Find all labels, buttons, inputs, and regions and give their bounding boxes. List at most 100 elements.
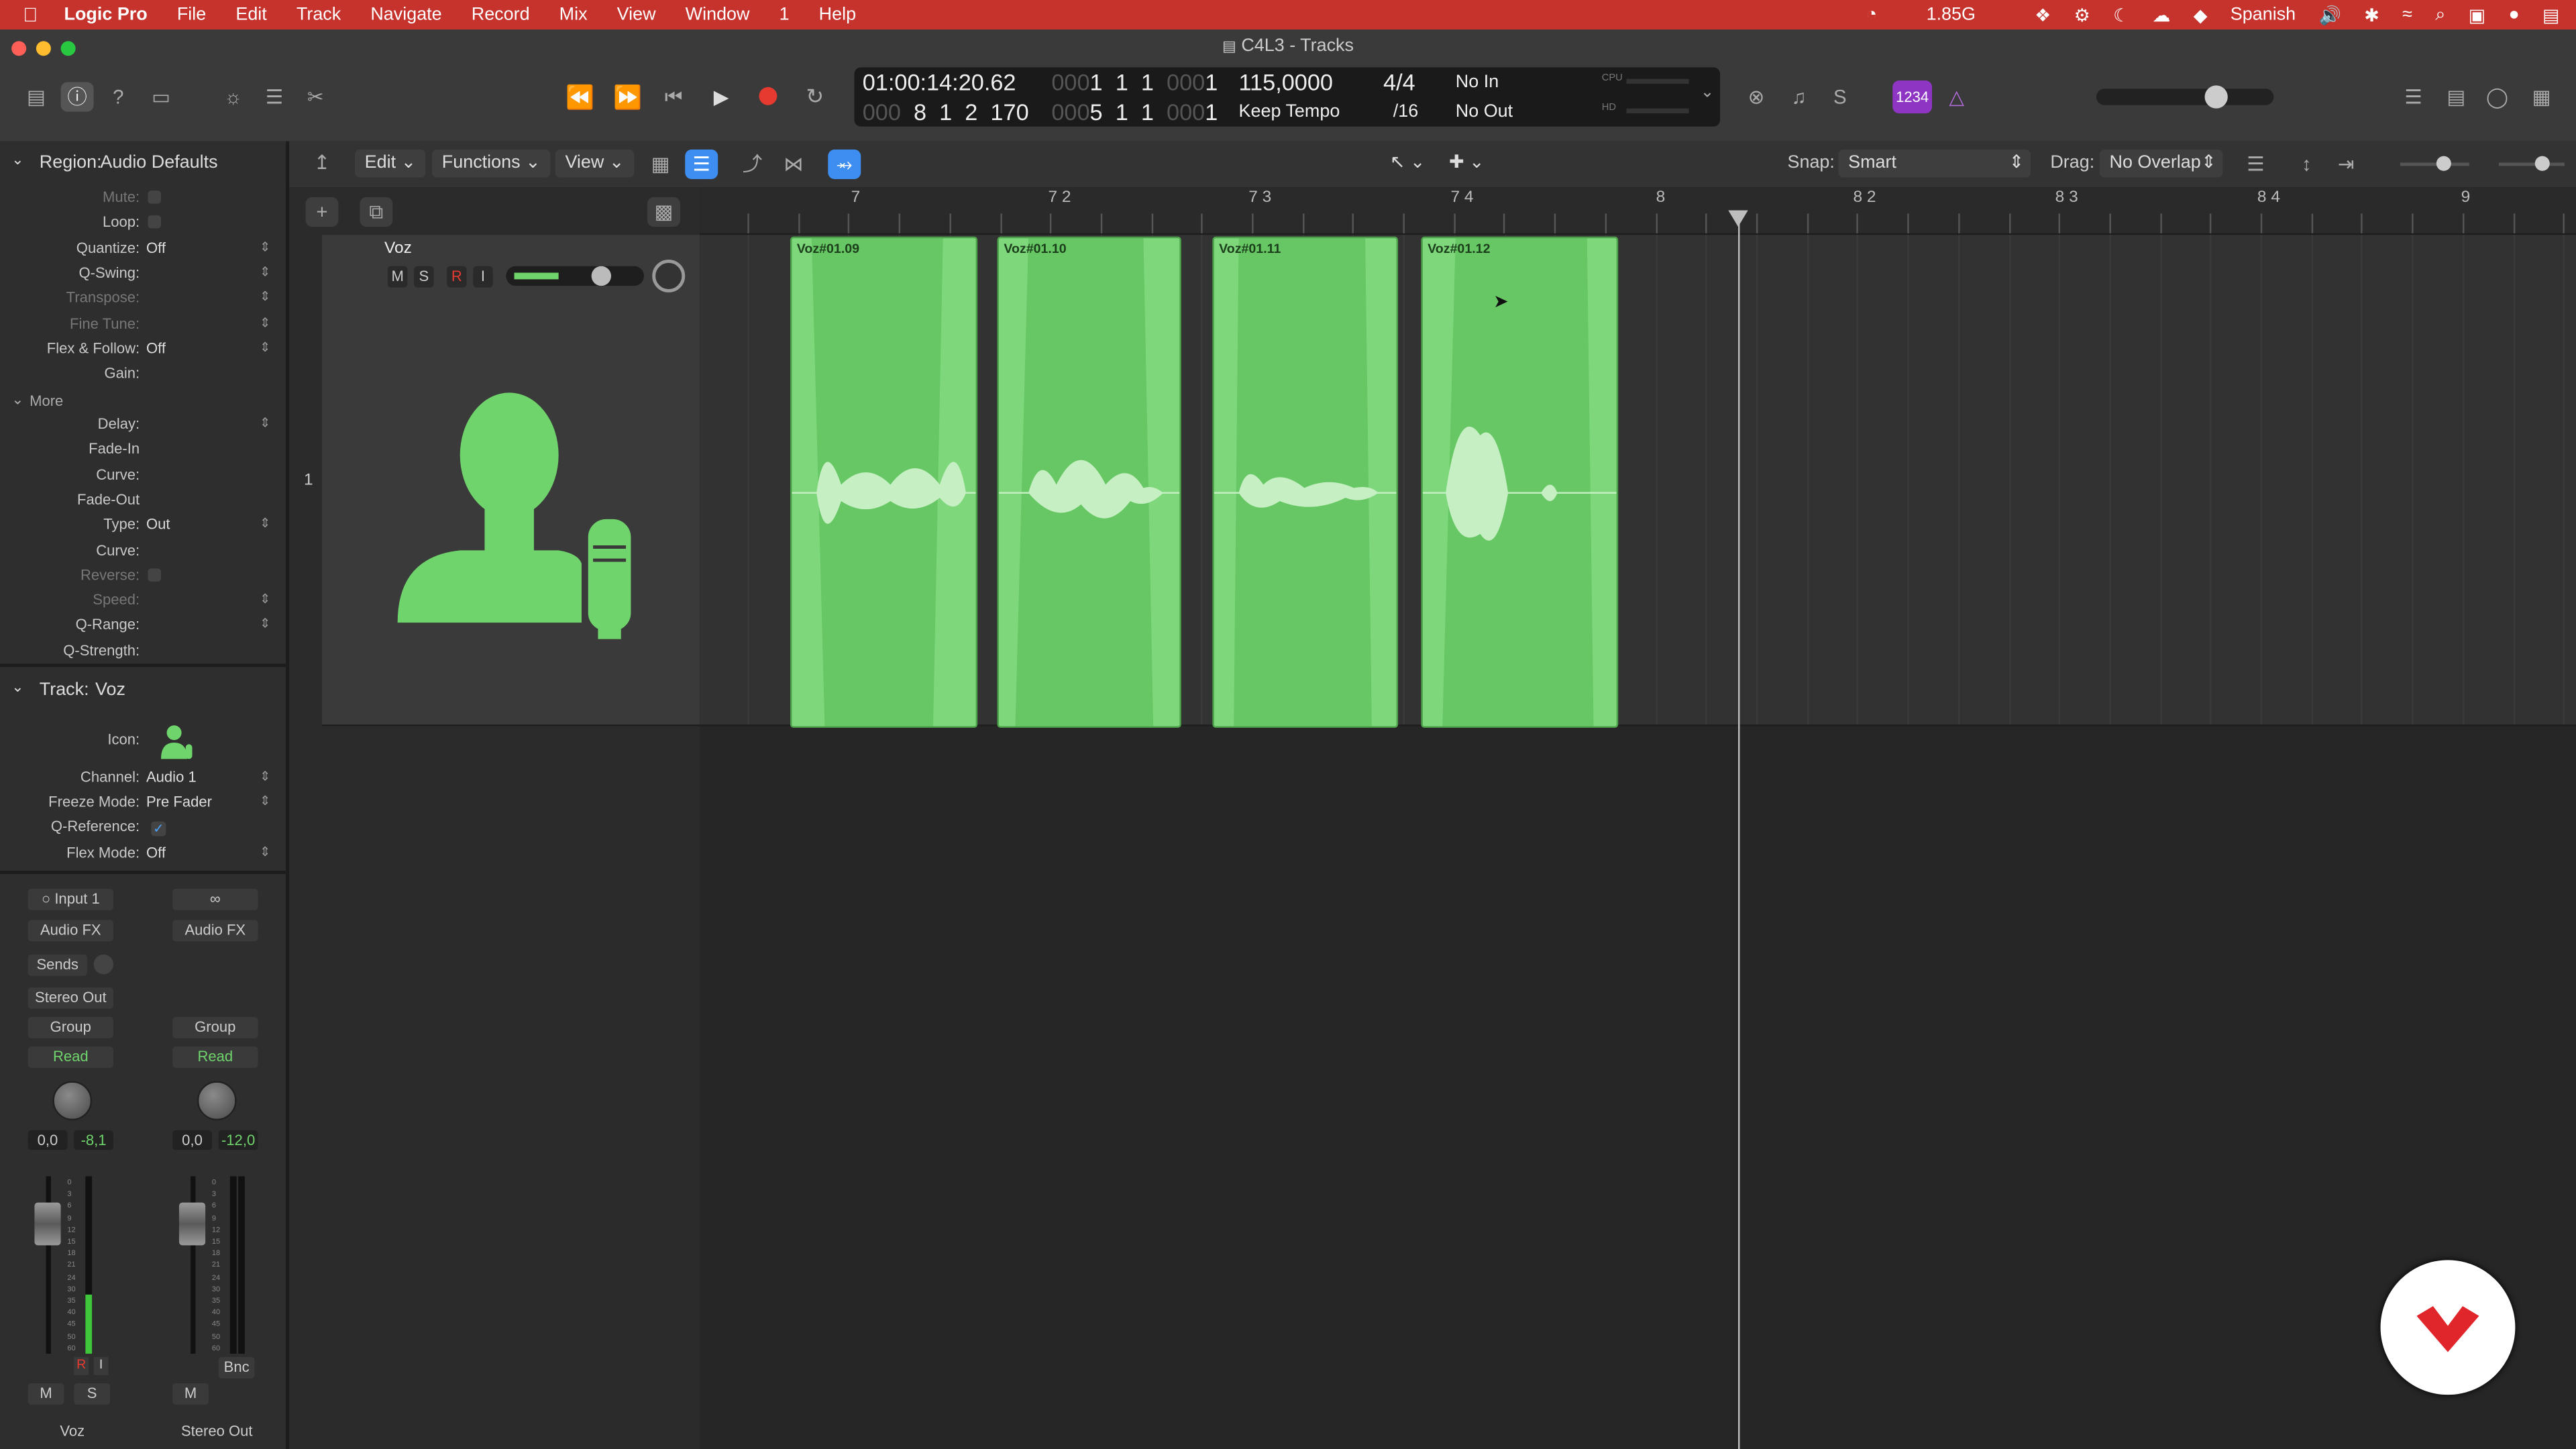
input-monitor-icon[interactable]: ○	[42, 890, 50, 906]
stepper-icon[interactable]: ⇕	[260, 769, 270, 784]
duplicate-track-button[interactable]: ⧉	[360, 197, 393, 227]
sends-slot[interactable]: Sends	[28, 954, 87, 976]
search-icon[interactable]: ⌕	[2435, 4, 2445, 25]
menu-mix[interactable]: Mix	[559, 5, 588, 24]
track-pan-knob[interactable]	[652, 259, 686, 292]
stepper-icon[interactable]: ⇕	[260, 239, 270, 254]
tempo-mode[interactable]: Keep Tempo	[1239, 102, 1340, 121]
sync-icon[interactable]: ◔	[1866, 5, 1877, 24]
playhead[interactable]	[1738, 210, 1740, 1449]
bluetooth-icon[interactable]: ✱	[2364, 4, 2379, 25]
stepper-icon[interactable]: ⇕	[260, 845, 270, 859]
inspector-row[interactable]: Flex Mode: Off ⇕	[0, 845, 286, 867]
record-icon[interactable]	[751, 82, 784, 111]
link-icon[interactable]: ∞	[172, 888, 258, 910]
secondary-tool[interactable]: ✚ ⌄	[1439, 150, 1494, 178]
menu-view[interactable]: View	[617, 5, 656, 24]
audio-region[interactable]: Voz#01.11	[1212, 236, 1399, 728]
vertical-zoom-icon[interactable]: ↕	[2290, 150, 2323, 179]
count-in-button[interactable]: 1234	[1892, 80, 1933, 113]
play-icon[interactable]: ▶	[705, 82, 738, 111]
tuner-icon[interactable]: ♫	[1782, 82, 1815, 111]
stepper-icon[interactable]: ⇕	[260, 616, 270, 631]
cloud-icon[interactable]: ☁	[2153, 4, 2171, 25]
inspector-row-value[interactable]: Audio 1	[146, 769, 197, 785]
inspector-row[interactable]: Mute:	[0, 189, 286, 212]
waveform-zoom-icon[interactable]: ☰	[2239, 150, 2272, 179]
drag-select[interactable]: No Overlap ⇕	[2099, 149, 2223, 178]
audio-region[interactable]: Voz#01.09	[790, 236, 978, 728]
notification-icon[interactable]: ▤	[2542, 4, 2559, 25]
pointer-tool[interactable]: ↖ ⌄	[1380, 150, 1435, 178]
solo-button[interactable]: S	[74, 1383, 111, 1405]
volume-fader[interactable]	[34, 1202, 61, 1246]
inspector-row[interactable]: Q-Strength:	[0, 642, 286, 665]
chevron-down-icon[interactable]: ⌄	[1701, 84, 1715, 102]
group-slot[interactable]: Group	[28, 1016, 113, 1038]
diamond-icon[interactable]: ◆	[2194, 4, 2208, 25]
rewind-icon[interactable]: ⏪	[564, 82, 596, 111]
audio-region[interactable]: Voz#01.10	[997, 236, 1181, 728]
inspector-row[interactable]: Curve:	[0, 541, 286, 564]
apple-icon[interactable]: 	[23, 3, 38, 26]
browser-icon[interactable]: ▦	[2525, 82, 2558, 111]
pan-knob[interactable]	[52, 1081, 93, 1121]
stepper-icon[interactable]: ⇕	[260, 289, 270, 304]
division[interactable]: /16	[1393, 102, 1418, 121]
track-inspector-header[interactable]: ⌄ Track: Voz	[0, 678, 286, 708]
inspector-row-value[interactable]: Off	[146, 845, 166, 861]
inspector-row[interactable]: Speed: ⇕	[0, 592, 286, 614]
library-icon[interactable]: ▤	[19, 82, 52, 111]
mute-button[interactable]: M	[28, 1383, 64, 1405]
stepper-icon[interactable]: ⇕	[260, 416, 270, 431]
control-center-icon[interactable]: ▣	[2469, 4, 2485, 25]
inspector-row[interactable]: Channel: Audio 1 ⇕	[0, 769, 286, 792]
tempo-display[interactable]: 115,0000	[1239, 69, 1333, 95]
send-knob[interactable]	[93, 954, 113, 975]
editors-icon[interactable]: ✂	[299, 82, 332, 111]
hierarchy-up-icon[interactable]: ↥	[306, 148, 339, 177]
lcd-display[interactable]: 01:00:14:20.62 0001 1 1 0001 000 8 1 2 1…	[854, 67, 1721, 127]
global-tracks-button[interactable]: ▩	[647, 197, 680, 227]
track-header-voz[interactable]: Voz M S R I	[322, 235, 700, 727]
list-view-icon[interactable]: ☰	[685, 149, 718, 179]
menu-1[interactable]: 1	[780, 5, 790, 24]
stepper-icon[interactable]: ⇕	[260, 339, 270, 354]
track-input-monitor-button[interactable]: I	[473, 266, 493, 288]
stepper-icon[interactable]: ⇕	[260, 315, 270, 329]
track-name[interactable]: Voz	[384, 240, 412, 258]
output-slot[interactable]: Stereo Out	[28, 987, 113, 1009]
menu-window[interactable]: Window	[686, 5, 750, 24]
menu-track[interactable]: Track	[297, 5, 341, 24]
audio-fx-slot[interactable]: Audio FX	[172, 920, 258, 942]
inspector-row[interactable]: Type: Out ⇕	[0, 516, 286, 539]
audio-fx-slot[interactable]: Audio FX	[28, 920, 113, 942]
peak-value[interactable]: -12,0	[218, 1130, 258, 1150]
inspector-icon[interactable]: ⓘ	[60, 82, 94, 112]
snap-select[interactable]: Smart ⇕	[1838, 149, 2031, 178]
input-monitor-button[interactable]: I	[93, 1356, 109, 1375]
stepper-icon[interactable]: ⇕	[260, 592, 270, 606]
solo-icon[interactable]: S	[1823, 82, 1856, 111]
inspector-row[interactable]: Loop:	[0, 214, 286, 237]
inspector-row[interactable]: Gain:	[0, 365, 286, 388]
track-lane[interactable]	[700, 235, 2576, 727]
peak-value[interactable]: -8,1	[74, 1130, 113, 1150]
track-record-button[interactable]: R	[447, 266, 467, 288]
cycle-icon[interactable]: ↻	[798, 82, 831, 111]
inspector-row[interactable]: Reverse:	[0, 566, 286, 589]
checkbox[interactable]	[148, 191, 162, 204]
smart-controls-icon[interactable]: ☼	[217, 82, 250, 111]
inspector-row[interactable]: Delay: ⇕	[0, 416, 286, 439]
inspector-row[interactable]: Fine Tune: ⇕	[0, 315, 286, 337]
forward-icon[interactable]: ⏩	[611, 82, 644, 111]
time-signature[interactable]: 4/4	[1383, 69, 1415, 95]
inspector-row[interactable]: Flex & Follow: Off ⇕	[0, 339, 286, 362]
inspector-row[interactable]: Q-Range: ⇕	[0, 616, 286, 639]
quick-help-icon[interactable]: ?	[102, 82, 135, 111]
pan-knob[interactable]	[197, 1081, 237, 1121]
gear-icon[interactable]: ⚙	[2074, 4, 2090, 25]
checkbox[interactable]	[148, 568, 162, 582]
app-menu[interactable]: Logic Pro	[64, 5, 148, 24]
loop-browser-icon[interactable]: ◯	[2481, 82, 2514, 111]
